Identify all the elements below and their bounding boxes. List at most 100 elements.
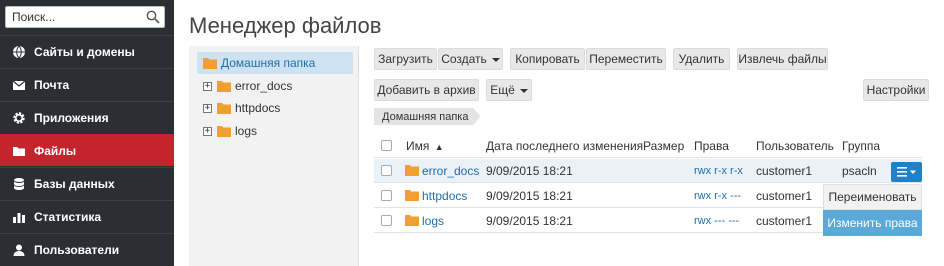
create-dropdown-button[interactable]: Создать bbox=[438, 48, 503, 70]
menu-icon bbox=[896, 167, 916, 177]
settings-button-label: Настройки bbox=[866, 83, 926, 97]
upload-button-label: Загрузить bbox=[378, 52, 433, 66]
file-name-link[interactable]: httpdocs bbox=[422, 189, 467, 203]
add-to-archive-button[interactable]: Добавить в архив bbox=[374, 79, 479, 101]
sort-up-icon: ▲ bbox=[434, 142, 444, 152]
sidebar-item-files[interactable]: Файлы bbox=[0, 134, 174, 166]
change-permissions-menu-label: Изменить права bbox=[827, 216, 918, 230]
permissions-link[interactable]: rwx --- --- bbox=[694, 215, 739, 227]
tree-item-logs[interactable]: + logs bbox=[203, 121, 257, 141]
folder-icon bbox=[203, 57, 217, 69]
chevron-down-icon bbox=[491, 57, 500, 62]
delete-button-label: Удалить bbox=[678, 52, 725, 66]
rename-menu-item[interactable]: Переименовать bbox=[823, 184, 922, 210]
tree-item-label: logs bbox=[235, 124, 258, 138]
select-all-checkbox[interactable] bbox=[381, 140, 392, 151]
column-header-permissions[interactable]: Права bbox=[694, 139, 729, 153]
sidebar-item-sites-domains[interactable]: Сайты и домены bbox=[0, 35, 174, 67]
rename-menu-label: Переименовать bbox=[828, 190, 917, 204]
column-header-user[interactable]: Пользователь bbox=[756, 139, 834, 153]
folder-icon bbox=[405, 215, 419, 226]
search-icon[interactable] bbox=[146, 10, 160, 24]
column-header-date[interactable]: Дата последнего изменения bbox=[486, 139, 643, 153]
sidebar: Сайты и домены Почта Приложения Файлы bbox=[0, 0, 174, 266]
tree-item-httpdocs[interactable]: + httpdocs bbox=[203, 98, 280, 118]
sidebar-item-databases[interactable]: Базы данных bbox=[0, 167, 174, 199]
folder-tree: Домашняя папка + error_docs + httpdocs +… bbox=[189, 46, 359, 266]
folder-icon bbox=[405, 165, 419, 176]
file-name-link[interactable]: logs bbox=[422, 214, 444, 228]
folder-icon bbox=[405, 190, 419, 201]
column-header-name-label: Имя bbox=[406, 139, 430, 153]
copy-button-label: Копировать bbox=[515, 52, 580, 66]
column-header-size[interactable]: Размер bbox=[643, 139, 684, 153]
file-name-link[interactable]: error_docs bbox=[422, 164, 479, 178]
tree-item-error-docs[interactable]: + error_docs bbox=[203, 76, 292, 96]
globe-icon bbox=[13, 45, 25, 58]
sidebar-item-label: Приложения bbox=[34, 110, 109, 125]
tree-root-label: Домашняя папка bbox=[221, 56, 316, 70]
more-dropdown-button[interactable]: Ещё bbox=[486, 79, 532, 101]
extract-files-button[interactable]: Извлечь файлы bbox=[737, 48, 828, 70]
move-button[interactable]: Переместить bbox=[586, 48, 666, 70]
sidebar-item-label: Сайты и домены bbox=[34, 44, 135, 59]
owner-user: customer1 bbox=[756, 189, 813, 203]
folder-icon bbox=[217, 125, 231, 137]
permissions-link[interactable]: rwx r-x r-x bbox=[694, 165, 743, 177]
permissions-link[interactable]: rwx r-x --- bbox=[694, 190, 741, 202]
move-button-label: Переместить bbox=[589, 52, 663, 66]
owner-group: psacln bbox=[842, 164, 877, 178]
table-row[interactable]: error_docs 9/09/2015 18:21 rwx r-x r-x c… bbox=[374, 159, 922, 183]
column-header-name[interactable]: Имя ▲ bbox=[406, 139, 444, 153]
sidebar-item-mail[interactable]: Почта bbox=[0, 68, 174, 100]
expand-icon[interactable]: + bbox=[203, 81, 212, 91]
search-input[interactable] bbox=[6, 7, 142, 27]
owner-user: customer1 bbox=[756, 214, 813, 228]
copy-button[interactable]: Копировать bbox=[510, 48, 585, 70]
page-title: Менеджер файлов bbox=[189, 13, 382, 38]
modified-date: 9/09/2015 18:21 bbox=[486, 214, 573, 228]
chevron-down-icon bbox=[519, 88, 528, 93]
folder-icon bbox=[13, 146, 25, 156]
change-permissions-menu-item[interactable]: Изменить права bbox=[823, 210, 922, 236]
modified-date: 9/09/2015 18:21 bbox=[486, 189, 573, 203]
breadcrumb-item: Домашняя папка bbox=[382, 110, 469, 123]
more-button-label: Ещё bbox=[490, 83, 515, 97]
tree-item-label: error_docs bbox=[235, 79, 293, 93]
row-checkbox[interactable] bbox=[381, 215, 392, 226]
sidebar-item-label: Пользователи bbox=[34, 242, 120, 257]
sidebar-item-statistics[interactable]: Статистика bbox=[0, 200, 174, 232]
create-button-label: Создать bbox=[441, 52, 487, 66]
row-checkbox[interactable] bbox=[381, 165, 392, 176]
folder-icon bbox=[217, 102, 231, 114]
upload-button[interactable]: Загрузить bbox=[374, 48, 437, 70]
bar-chart-icon bbox=[13, 212, 25, 223]
row-checkbox[interactable] bbox=[381, 190, 392, 201]
settings-button[interactable]: Настройки bbox=[863, 79, 929, 101]
column-header-group[interactable]: Группа bbox=[842, 139, 880, 153]
extract-button-label: Извлечь файлы bbox=[738, 52, 827, 66]
expand-icon[interactable]: + bbox=[203, 126, 212, 136]
file-manager-app: Сайты и домены Почта Приложения Файлы bbox=[0, 0, 944, 266]
sidebar-item-users[interactable]: Пользователи bbox=[0, 233, 174, 265]
header-divider bbox=[374, 157, 922, 158]
database-icon bbox=[13, 177, 25, 190]
breadcrumb[interactable]: Домашняя папка bbox=[374, 108, 480, 125]
sidebar-item-applications[interactable]: Приложения bbox=[0, 101, 174, 133]
sidebar-item-label: Почта bbox=[34, 77, 70, 92]
archive-button-label: Добавить в архив bbox=[377, 83, 476, 97]
folder-icon bbox=[217, 80, 231, 92]
gear-icon bbox=[13, 111, 25, 124]
sidebar-item-label: Статистика bbox=[34, 209, 102, 224]
tree-root-home[interactable]: Домашняя папка bbox=[197, 52, 353, 74]
owner-user: customer1 bbox=[756, 164, 813, 178]
expand-icon[interactable]: + bbox=[203, 103, 212, 113]
user-icon bbox=[13, 244, 25, 256]
row-context-menu: Переименовать Изменить права bbox=[823, 184, 922, 236]
envelope-icon bbox=[12, 80, 26, 90]
search-box[interactable] bbox=[5, 6, 165, 28]
sidebar-item-label: Файлы bbox=[34, 143, 77, 158]
tree-item-label: httpdocs bbox=[235, 101, 281, 115]
delete-button[interactable]: Удалить bbox=[673, 48, 730, 70]
row-actions-button[interactable] bbox=[891, 162, 922, 182]
